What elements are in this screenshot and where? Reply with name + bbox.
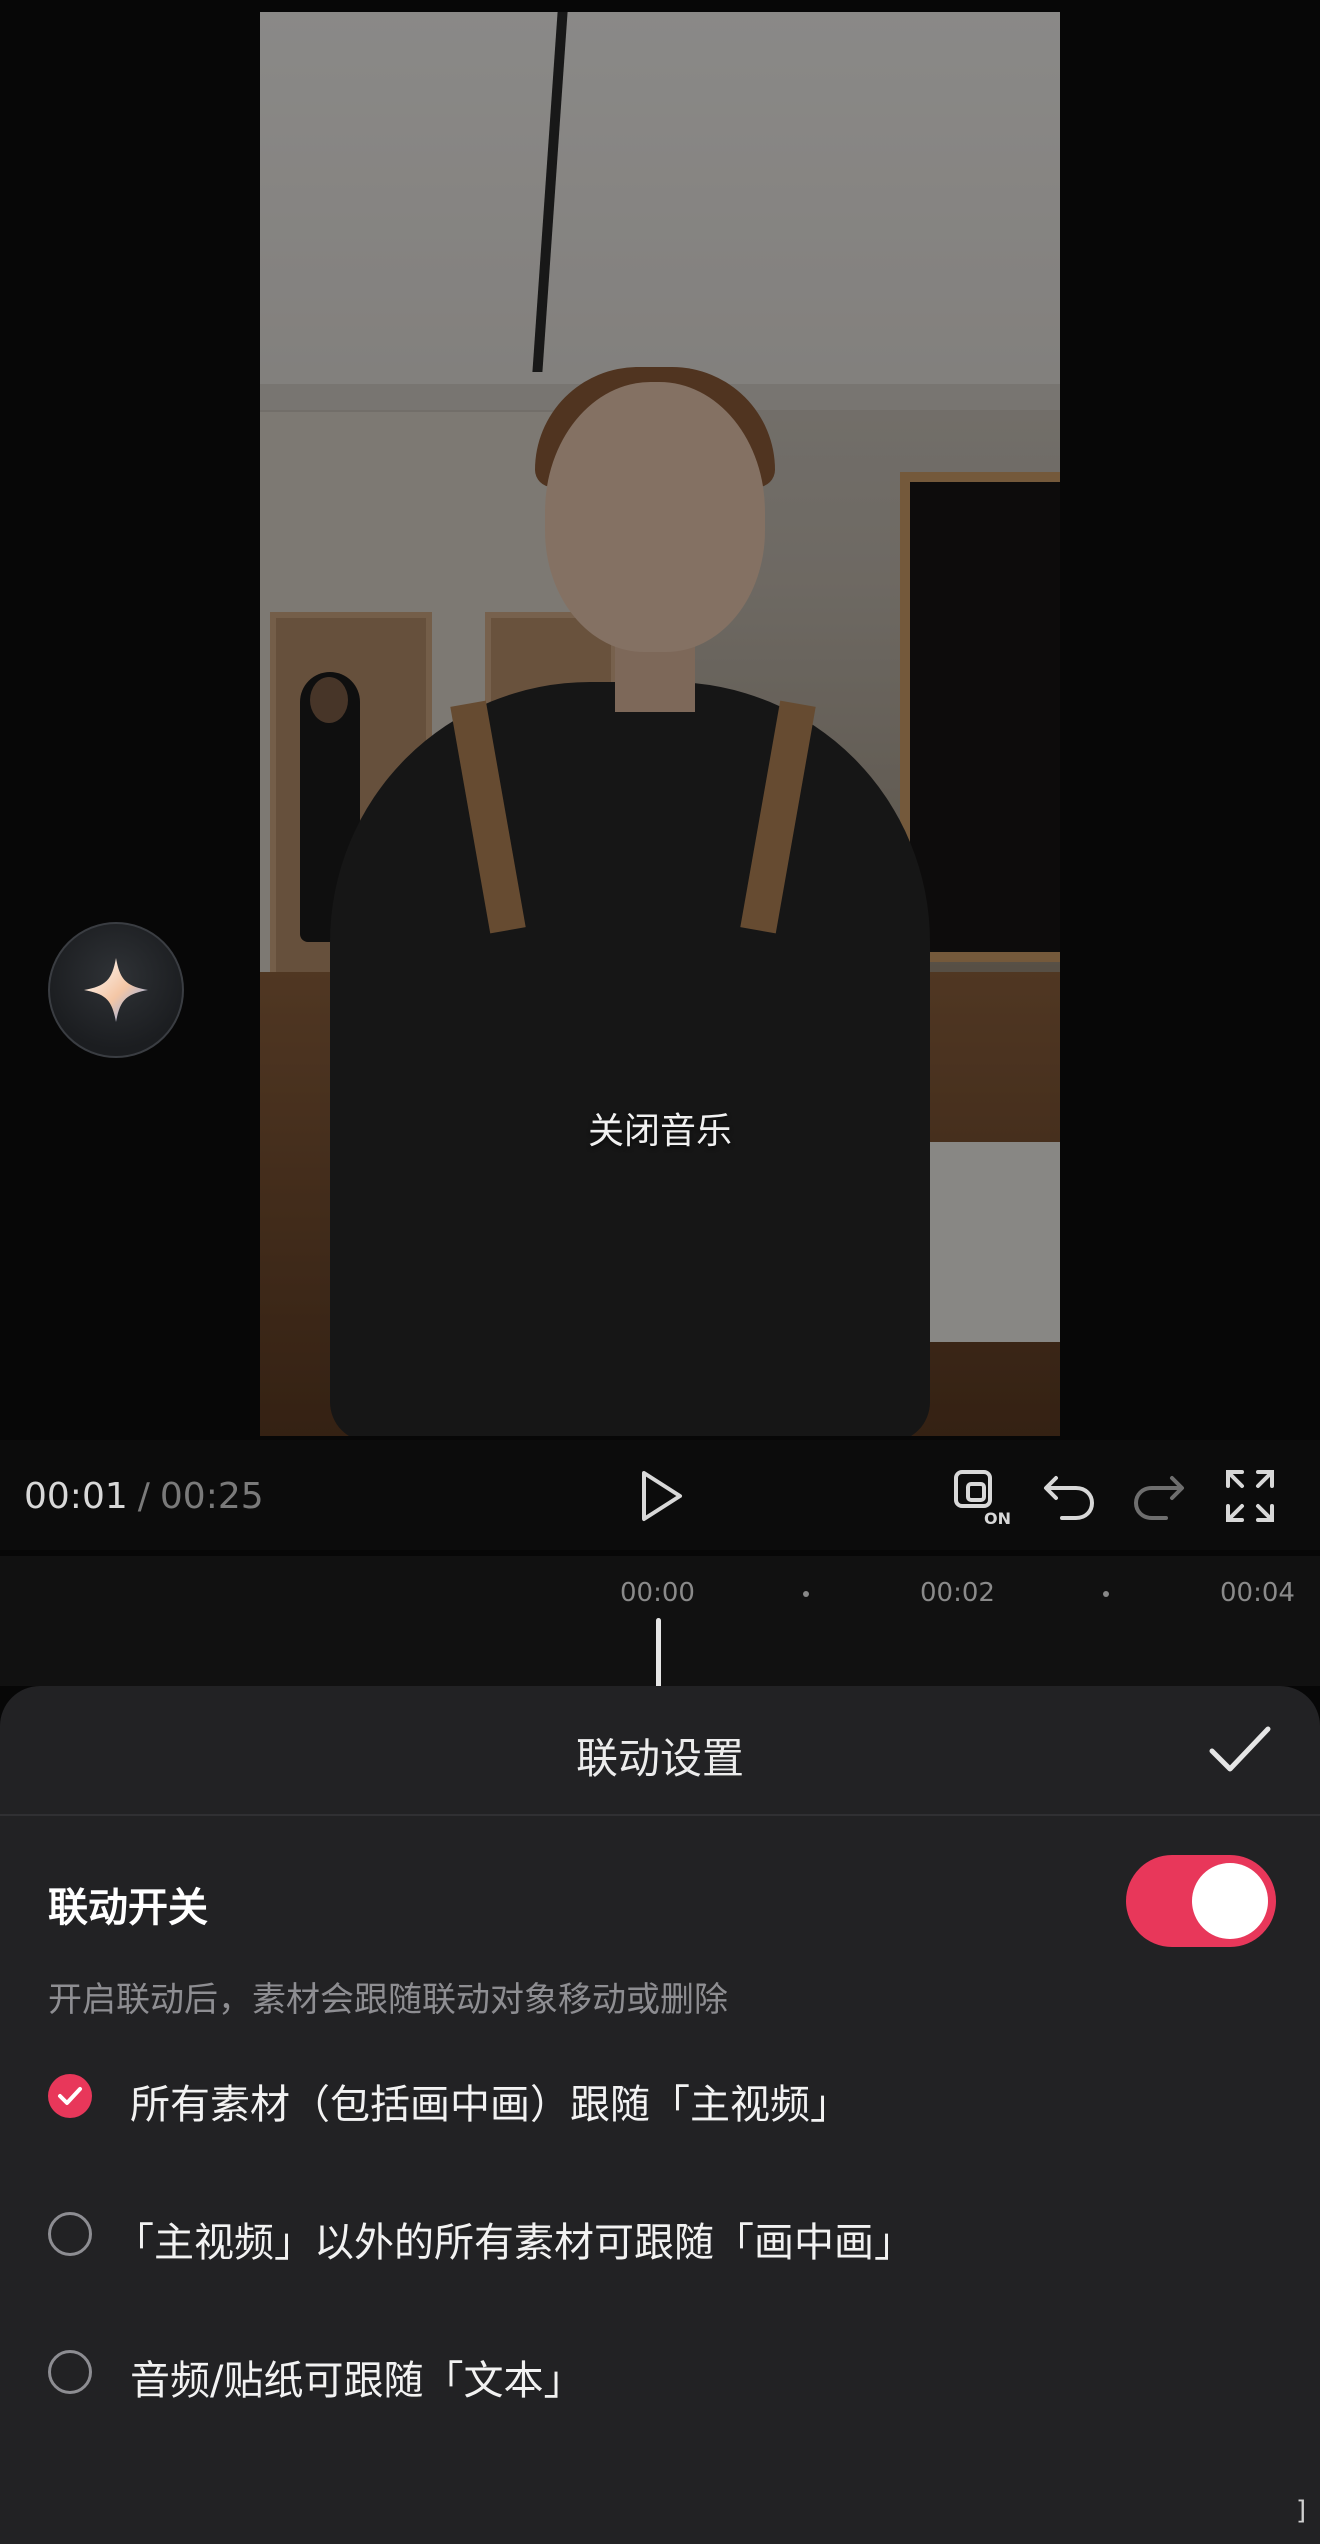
linkage-on-icon: ON — [954, 1470, 1011, 1528]
option-label: 音频/贴纸可跟随「文本」 — [130, 2358, 584, 2404]
timeline-dot — [1103, 1591, 1109, 1597]
video-preview[interactable]: 关闭音乐 — [260, 12, 1060, 1436]
linkage-hint: 开启联动后，素材会跟随联动对象移动或删除 — [48, 1980, 728, 2020]
check-icon — [58, 2087, 82, 2105]
video-dim-overlay — [260, 12, 1060, 1436]
time-separator: / — [137, 1476, 150, 1517]
linkage-switch-knob — [1192, 1863, 1268, 1939]
radio-selected[interactable] — [48, 2074, 92, 2118]
redo-button[interactable] — [1132, 1468, 1186, 1528]
sheet-title: 联动设置 — [575, 1734, 744, 1783]
option-label: 「主视频」以外的所有素材可跟随「画中画」 — [114, 2220, 914, 2266]
corner-mark: ] — [1296, 2496, 1307, 2526]
timeline-tick: 00:02 — [920, 1578, 995, 1608]
option-label: 所有素材（包括画中画）跟随「主视频」 — [130, 2082, 850, 2128]
timeline-tick: 00:04 — [1220, 1578, 1295, 1608]
radio-unselected[interactable] — [48, 2212, 92, 2256]
current-time: 00:01 — [24, 1476, 128, 1517]
redo-icon — [1133, 1476, 1184, 1520]
time-display: 00:01/00:25 — [24, 1476, 264, 1517]
play-button[interactable] — [636, 1468, 686, 1528]
linkage-on-badge: ON — [984, 1509, 1011, 1528]
fullscreen-icon — [1226, 1470, 1274, 1522]
total-time: 00:25 — [159, 1476, 264, 1517]
sheet-divider — [0, 1814, 1320, 1816]
linkage-switch[interactable] — [1126, 1855, 1276, 1947]
checkmark-icon — [1209, 1726, 1271, 1772]
sparkle-icon — [84, 958, 148, 1022]
timeline-dot — [803, 1591, 809, 1597]
linkage-toggle-button[interactable]: ON — [952, 1468, 1012, 1532]
ai-assistant-button[interactable] — [48, 922, 184, 1058]
confirm-button[interactable] — [1208, 1723, 1272, 1779]
fullscreen-button[interactable] — [1224, 1468, 1276, 1528]
play-icon — [642, 1471, 682, 1521]
video-caption[interactable]: 关闭音乐 — [260, 1102, 1060, 1154]
undo-icon — [1044, 1476, 1095, 1520]
undo-button[interactable] — [1042, 1468, 1096, 1528]
timeline-tick: 00:00 — [620, 1578, 695, 1608]
linkage-switch-label: 联动开关 — [48, 1885, 208, 1931]
radio-unselected[interactable] — [48, 2350, 92, 2394]
